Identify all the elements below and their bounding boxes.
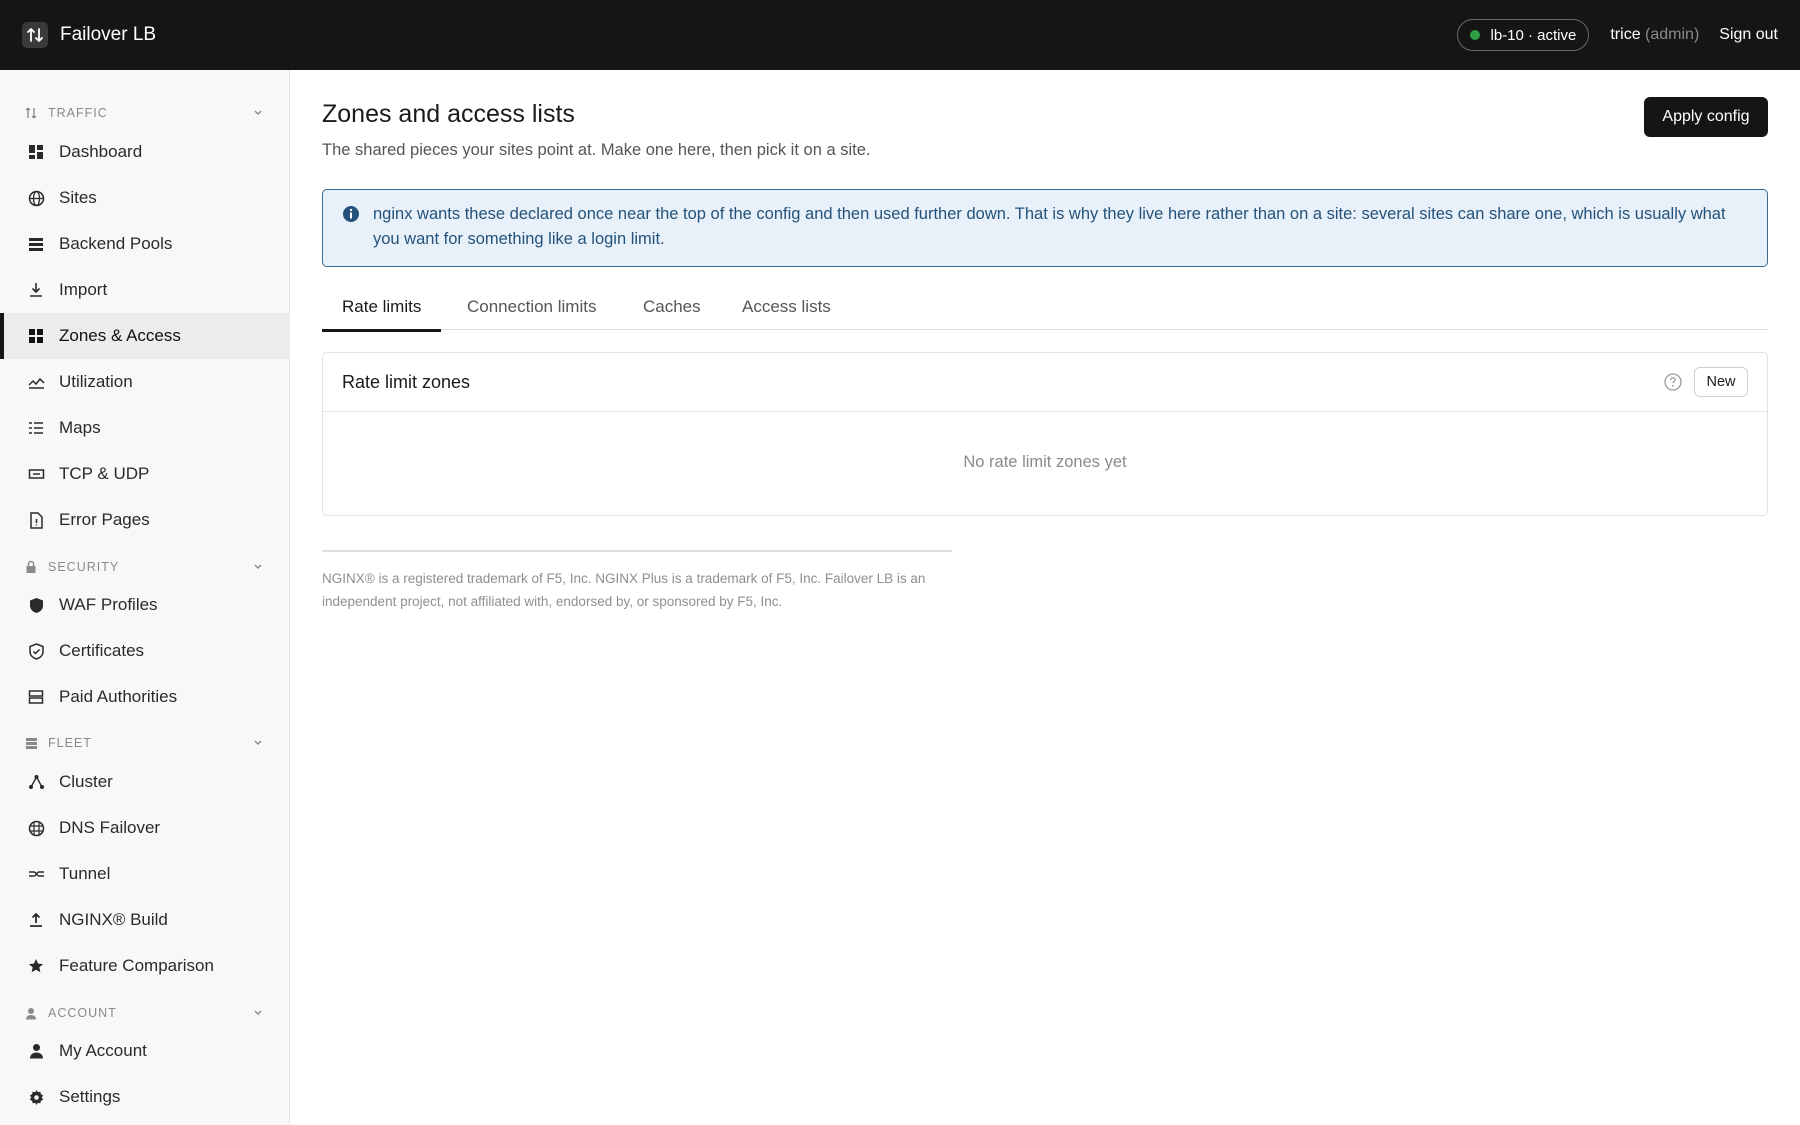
page-title: Zones and access lists xyxy=(322,100,575,128)
sidebar-item-settings[interactable]: Settings xyxy=(0,1074,290,1120)
cluster-icon xyxy=(27,773,45,791)
sidebar-item-dns-failover[interactable]: DNS Failover xyxy=(0,805,290,851)
stack-icon xyxy=(27,235,45,253)
chevron-down-icon xyxy=(254,110,262,115)
sidebar-item-error-pages[interactable]: Error Pages xyxy=(0,497,290,543)
sidebar-item-my-account[interactable]: My Account xyxy=(0,1028,290,1074)
user-role: (admin) xyxy=(1645,26,1700,43)
sidebar-section-fleet[interactable]: FLEET xyxy=(0,728,290,758)
shield-icon xyxy=(27,596,45,614)
sidebar-item-backend-pools[interactable]: Backend Pools xyxy=(0,221,290,267)
app-name: Failover LB xyxy=(60,24,157,45)
user-info: trice (admin) xyxy=(1610,26,1699,44)
sidebar: TRAFFIC Dashboard Sites Backend Pools Im… xyxy=(0,70,290,1125)
section-label: FLEET xyxy=(48,736,92,750)
sidebar-item-feature-comparison[interactable]: Feature Comparison xyxy=(0,943,290,989)
section-label: TRAFFIC xyxy=(48,106,108,120)
connection-icon xyxy=(27,465,45,483)
top-bar: Failover LB lb-10 · active trice (admin)… xyxy=(0,0,1800,70)
file-alert-icon xyxy=(27,511,45,529)
dashboard-icon xyxy=(27,143,45,161)
list-icon xyxy=(27,419,45,437)
user-name: trice xyxy=(1610,26,1641,43)
shield-check-icon xyxy=(27,642,45,660)
tab-bar: Rate limits Connection limits Caches Acc… xyxy=(322,284,1768,332)
status-dot xyxy=(1470,30,1481,40)
sidebar-item-paid-authorities[interactable]: Paid Authorities xyxy=(0,674,290,720)
servers-icon xyxy=(24,736,38,750)
sidebar-item-certificates[interactable]: Certificates xyxy=(0,628,290,674)
help-icon[interactable] xyxy=(1664,373,1682,391)
apply-config-button[interactable]: Apply config xyxy=(1644,97,1768,137)
new-zone-button[interactable]: New xyxy=(1694,367,1748,397)
sidebar-section-security[interactable]: SECURITY xyxy=(0,552,290,582)
sidebar-item-zones-access[interactable]: Zones & Access xyxy=(0,313,290,359)
chart-line-icon xyxy=(27,373,45,391)
status-badge[interactable]: lb-10 · active xyxy=(1457,19,1590,51)
sidebar-item-dashboard[interactable]: Dashboard xyxy=(0,129,290,175)
sidebar-section-traffic[interactable]: TRAFFIC xyxy=(0,98,290,128)
sidebar-item-import[interactable]: Import xyxy=(0,267,290,313)
gear-icon xyxy=(27,1088,45,1106)
person-icon xyxy=(27,1042,45,1060)
chevron-down-icon xyxy=(254,564,262,569)
download-icon xyxy=(27,281,45,299)
section-label: SECURITY xyxy=(48,560,120,574)
star-icon xyxy=(27,957,45,975)
sidebar-item-waf-profiles[interactable]: WAF Profiles xyxy=(0,582,290,628)
lock-icon xyxy=(24,560,38,574)
page-subtitle: The shared pieces your sites point at. M… xyxy=(322,141,871,159)
tab-connection-limits[interactable]: Connection limits xyxy=(467,284,596,330)
sign-out-link[interactable]: Sign out xyxy=(1719,26,1778,44)
sidebar-item-nginx-build[interactable]: NGINX® Build xyxy=(0,897,290,943)
info-callout: nginx wants these declared once near the… xyxy=(322,189,1768,267)
card-title: Rate limit zones xyxy=(342,371,471,392)
user-icon xyxy=(24,1006,38,1020)
sidebar-item-tcp-udp[interactable]: TCP & UDP xyxy=(0,451,290,497)
brand[interactable]: Failover LB xyxy=(22,22,156,48)
sidebar-item-cluster[interactable]: Cluster xyxy=(0,759,290,805)
server-icon xyxy=(27,688,45,706)
arrows-up-down-icon xyxy=(24,106,38,120)
chevron-down-icon xyxy=(254,740,262,745)
tab-access-lists[interactable]: Access lists xyxy=(742,284,831,330)
arrows-up-down-icon xyxy=(22,22,48,48)
sidebar-item-sites[interactable]: Sites xyxy=(0,175,290,221)
globe-icon xyxy=(27,189,45,207)
tunnel-icon xyxy=(27,865,45,883)
info-text: nginx wants these declared once near the… xyxy=(373,205,1726,248)
info-icon xyxy=(343,206,359,222)
footer-divider xyxy=(322,550,952,552)
sidebar-item-maps[interactable]: Maps xyxy=(0,405,290,451)
globe-grid-icon xyxy=(27,819,45,837)
card-header: Rate limit zones New xyxy=(323,353,1767,412)
upload-icon xyxy=(27,911,45,929)
sidebar-section-account[interactable]: ACCOUNT xyxy=(0,998,290,1028)
sidebar-item-utilization[interactable]: Utilization xyxy=(0,359,290,405)
section-label: ACCOUNT xyxy=(48,1006,117,1020)
trademark-footer: NGINX® is a registered trademark of F5, … xyxy=(322,571,926,609)
grid-icon xyxy=(27,327,45,345)
chevron-down-icon xyxy=(254,1010,262,1015)
empty-state: No rate limit zones yet xyxy=(963,453,1127,471)
status-text: lb-10 · active xyxy=(1490,26,1577,44)
tab-rate-limits[interactable]: Rate limits xyxy=(322,284,442,332)
tab-caches[interactable]: Caches xyxy=(643,284,701,330)
sidebar-item-tunnel[interactable]: Tunnel xyxy=(0,851,290,897)
rate-limit-zones-card: Rate limit zones New No rate limit zones… xyxy=(322,352,1768,516)
